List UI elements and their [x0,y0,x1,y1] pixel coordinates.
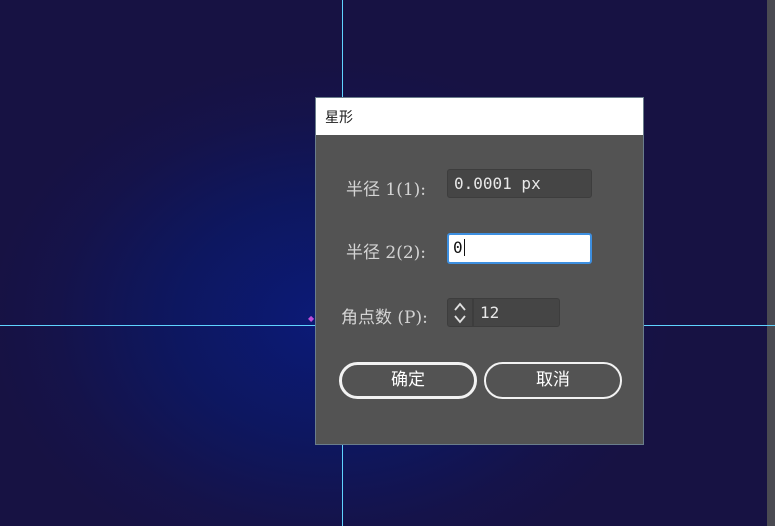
points-value: 12 [480,303,500,322]
radius1-value: 0.0001 px [454,174,541,193]
dialog-title: 星形 [325,110,353,126]
radius2-label: 半径 2(2): [346,243,427,263]
chevron-down-icon[interactable] [454,313,466,325]
points-label: 角点数 (P): [341,308,428,328]
star-dialog: 星形 半径 1(1): 0.0001 px 半径 2(2): 0 角点数 (P)… [315,97,644,445]
text-caret [463,238,465,256]
radius1-input[interactable]: 0.0001 px [447,169,592,198]
right-panel-edge [767,0,775,526]
ok-button[interactable]: 确定 [339,362,477,399]
chevron-up-icon[interactable] [454,301,466,313]
radius1-label: 半径 1(1): [346,180,427,200]
radius2-value: 0 [453,238,463,257]
points-input[interactable]: 12 [473,298,560,327]
points-stepper[interactable] [447,298,473,327]
cancel-button[interactable]: 取消 [484,362,622,399]
dialog-titlebar[interactable]: 星形 [316,98,643,135]
radius2-input[interactable]: 0 [447,233,592,264]
